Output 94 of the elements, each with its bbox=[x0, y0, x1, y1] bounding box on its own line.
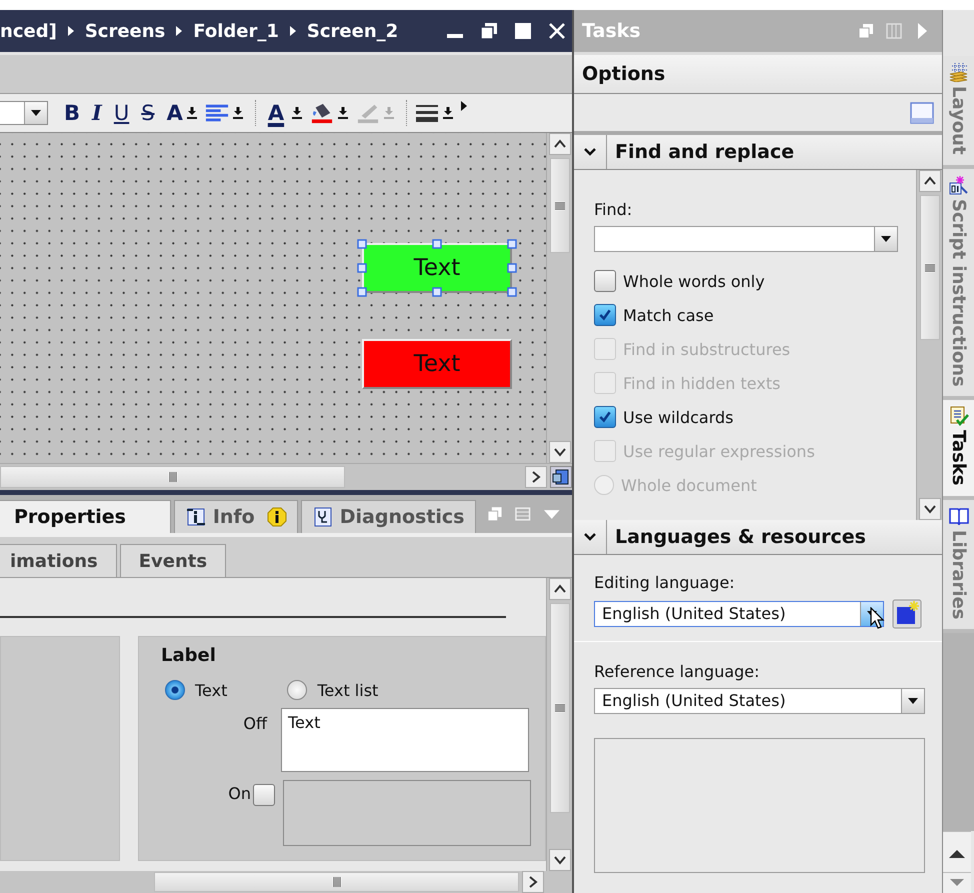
more-arrow-icon[interactable] bbox=[461, 101, 468, 111]
languages-section-header[interactable]: Languages & resources bbox=[574, 520, 942, 555]
dropdown-arrow-icon[interactable] bbox=[232, 107, 243, 119]
reference-language-label: Reference language: bbox=[594, 662, 761, 681]
strike-button[interactable]: S bbox=[137, 99, 159, 127]
line-style-icon[interactable] bbox=[415, 102, 440, 124]
properties-subtab[interactable]: imations bbox=[0, 544, 117, 577]
radio-option[interactable]: Text list bbox=[287, 680, 378, 700]
info-badge-icon bbox=[266, 507, 287, 527]
inspector-tab[interactable]: Info bbox=[174, 500, 298, 533]
options-header: Options bbox=[574, 52, 942, 94]
breadcrumb-arrow-icon bbox=[175, 25, 184, 37]
scroll-right-icon[interactable] bbox=[525, 466, 547, 488]
on-checkbox[interactable] bbox=[253, 784, 275, 806]
grip-icon bbox=[168, 472, 176, 482]
mouse-pointer-icon bbox=[870, 607, 886, 631]
check-icon bbox=[598, 308, 612, 322]
scroll-down-icon[interactable] bbox=[548, 849, 570, 871]
dropdown-arrow-icon[interactable] bbox=[186, 107, 197, 119]
magic-wand-icon bbox=[948, 174, 968, 195]
scroll-down-icon[interactable] bbox=[548, 441, 570, 463]
dropdown-arrow-icon[interactable] bbox=[338, 107, 348, 119]
dropdown-arrow-icon[interactable] bbox=[292, 107, 302, 119]
italic-button[interactable]: I bbox=[88, 99, 106, 127]
font-color-button[interactable]: A bbox=[264, 99, 288, 127]
scroll-up-icon[interactable] bbox=[548, 133, 570, 155]
inspector-tab[interactable]: Properties bbox=[0, 500, 171, 533]
find-dropdown[interactable] bbox=[594, 226, 898, 252]
overview-icon[interactable] bbox=[550, 466, 572, 488]
horizontal-scrollbar[interactable] bbox=[154, 872, 519, 892]
off-text-field[interactable]: Text bbox=[281, 708, 529, 772]
new-language-icon[interactable] bbox=[892, 599, 922, 629]
vertical-scrollbar[interactable] bbox=[546, 578, 572, 871]
task-list-icon bbox=[948, 406, 968, 426]
align-left-icon[interactable] bbox=[204, 102, 229, 124]
properties-subtab[interactable]: Events bbox=[120, 544, 226, 577]
inspector-tab[interactable]: Diagnostics bbox=[300, 500, 476, 533]
breadcrumb-arrow-icon bbox=[66, 25, 75, 37]
check-icon bbox=[598, 410, 612, 424]
scroll-up-icon[interactable] bbox=[943, 831, 971, 872]
breadcrumb-arrow-icon bbox=[288, 25, 297, 37]
dropdown-arrow-icon[interactable] bbox=[443, 107, 454, 119]
book-icon bbox=[948, 506, 968, 526]
radio-option[interactable]: Text bbox=[165, 680, 228, 700]
group-title: Label bbox=[161, 645, 217, 666]
info-arrows-icon bbox=[184, 506, 207, 528]
find-label: Find: bbox=[594, 200, 634, 219]
bold-button[interactable]: B bbox=[60, 99, 84, 127]
grip-icon bbox=[924, 264, 934, 272]
chevron-icon bbox=[584, 533, 596, 541]
on-label: On bbox=[227, 783, 251, 803]
scroll-thumb[interactable] bbox=[920, 195, 940, 340]
window-icon[interactable] bbox=[910, 102, 934, 124]
grip-icon bbox=[554, 202, 564, 210]
breadcrumb-item[interactable]: Screen_2 bbox=[306, 20, 398, 42]
option-checkbox[interactable]: Match case bbox=[594, 298, 916, 332]
chevron-icon bbox=[584, 148, 596, 156]
breadcrumb-item[interactable]: Folder_1 bbox=[193, 20, 279, 42]
side-tab[interactable]: Tasks bbox=[943, 400, 974, 500]
restore-icon[interactable] bbox=[480, 22, 498, 40]
find-section-header[interactable]: Find and replace bbox=[574, 135, 942, 170]
stethoscope-icon bbox=[312, 506, 334, 528]
dropdown-arrow-icon bbox=[31, 110, 41, 116]
tasks-title: Tasks bbox=[582, 20, 641, 42]
close-icon[interactable] bbox=[548, 22, 566, 40]
vertical-scrollbar[interactable] bbox=[546, 133, 572, 463]
option-checkbox[interactable]: Use wildcards bbox=[594, 400, 916, 434]
scroll-up-icon[interactable] bbox=[918, 170, 940, 192]
font-size-dropdown[interactable] bbox=[0, 101, 48, 125]
breadcrumb-item[interactable]: nced] bbox=[0, 20, 57, 42]
off-label: Off bbox=[242, 713, 267, 733]
horizontal-scrollbar[interactable] bbox=[0, 466, 345, 488]
vertical-scrollbar[interactable] bbox=[916, 170, 942, 520]
fill-bucket-icon[interactable] bbox=[310, 102, 334, 124]
scroll-thumb[interactable] bbox=[550, 158, 570, 253]
scroll-right-icon[interactable] bbox=[522, 871, 544, 893]
text-field-object[interactable]: Text bbox=[362, 243, 512, 293]
maximize-icon[interactable] bbox=[514, 22, 532, 40]
option-checkbox[interactable]: Whole words only bbox=[594, 264, 916, 298]
grow-font-button[interactable]: A bbox=[162, 99, 183, 127]
layers-icon bbox=[948, 62, 968, 82]
scroll-thumb[interactable] bbox=[550, 603, 570, 813]
grip-icon bbox=[554, 704, 564, 712]
dropdown-arrow-icon bbox=[881, 236, 891, 242]
breadcrumb-item[interactable]: Screens bbox=[84, 20, 166, 42]
text-field-object[interactable]: Text bbox=[362, 339, 512, 389]
grip-icon bbox=[332, 877, 340, 887]
scroll-up-icon[interactable] bbox=[548, 578, 570, 600]
scroll-down-icon[interactable] bbox=[918, 498, 940, 520]
underline-button[interactable]: U bbox=[110, 99, 134, 127]
editing-language-label: Editing language: bbox=[594, 573, 736, 592]
editing-language-dropdown[interactable]: English (United States) bbox=[594, 601, 884, 627]
reference-language-dropdown[interactable]: English (United States) bbox=[594, 688, 925, 714]
dropdown-arrow-icon bbox=[908, 698, 918, 704]
